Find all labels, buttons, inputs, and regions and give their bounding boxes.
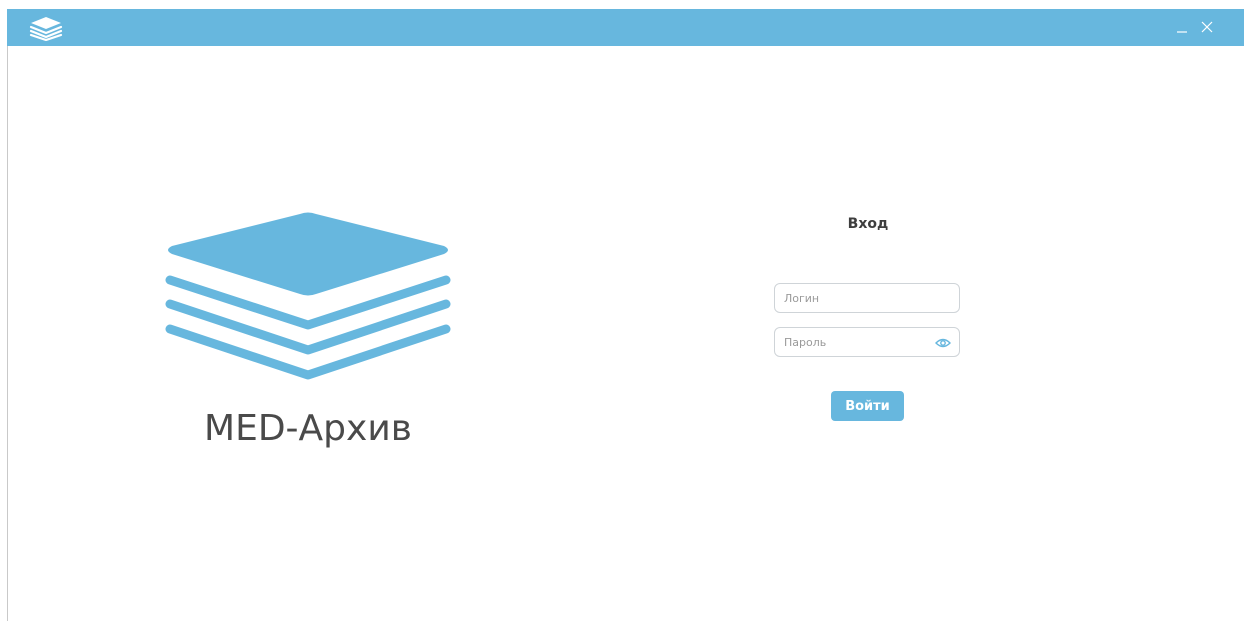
login-title: Вход (847, 216, 889, 232)
login-input[interactable] (784, 284, 934, 312)
layers-stack-icon (28, 15, 64, 42)
brand-name: MED-Архив (204, 408, 412, 449)
minimize-icon (1177, 31, 1187, 33)
layers-stack-icon (165, 212, 451, 380)
close-icon (1201, 21, 1213, 33)
login-window: MED-Архив Вход Войти (0, 0, 1244, 621)
login-button[interactable]: Войти (831, 391, 904, 421)
login-field[interactable] (774, 283, 960, 313)
minimize-button[interactable] (1170, 15, 1194, 39)
eye-icon[interactable] (935, 336, 951, 348)
password-field[interactable] (774, 327, 960, 357)
password-input[interactable] (784, 328, 934, 356)
close-button[interactable] (1195, 15, 1219, 39)
window-top-edge (0, 0, 1244, 9)
brand-logo (160, 208, 456, 386)
title-bar[interactable] (7, 9, 1244, 46)
window-left-border (7, 46, 8, 621)
